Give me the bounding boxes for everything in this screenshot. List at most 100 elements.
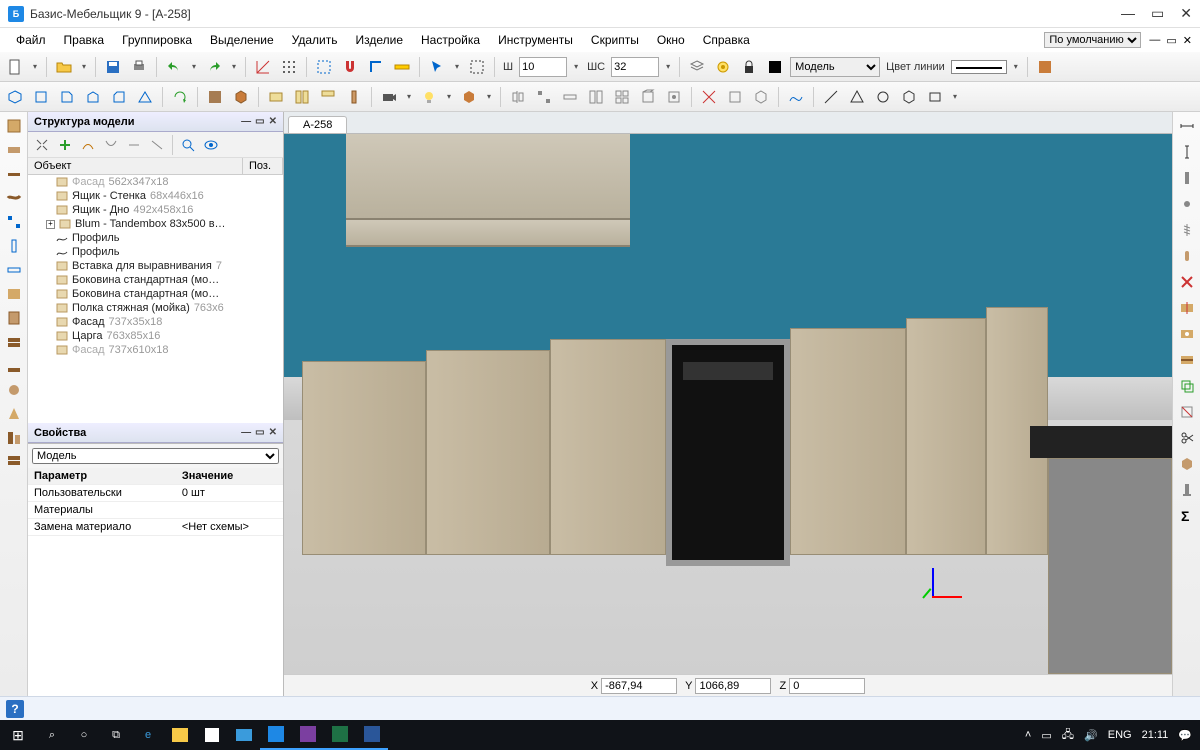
curve-button[interactable]	[785, 86, 807, 108]
tree-link2-icon[interactable]	[101, 135, 121, 155]
tree-tools-icon[interactable]	[32, 135, 52, 155]
extrude-button[interactable]	[637, 86, 659, 108]
hexagon-button[interactable]	[898, 86, 920, 108]
tree-row[interactable]: Вставка для выравнивания 7	[28, 259, 283, 273]
material-box-button[interactable]	[230, 86, 252, 108]
marquee-button[interactable]	[466, 56, 488, 78]
tree-row[interactable]: Боковина стандартная (мо…	[28, 287, 283, 301]
visibility-button[interactable]	[712, 56, 734, 78]
taskbar-app2[interactable]	[292, 720, 324, 750]
new-dropdown[interactable]: ▾	[30, 62, 40, 71]
undo-button[interactable]	[163, 56, 185, 78]
tray-volume-icon[interactable]: 🔊	[1084, 729, 1098, 742]
fastener-list-icon[interactable]	[1177, 480, 1197, 500]
menu-tools[interactable]: Инструменты	[490, 31, 581, 49]
rect-button[interactable]	[924, 86, 946, 108]
start-button[interactable]: ⊞	[0, 720, 36, 750]
fastener1-icon[interactable]	[1177, 168, 1197, 188]
box-op-icon[interactable]	[1177, 454, 1197, 474]
material-wood-button[interactable]	[204, 86, 226, 108]
part-3-button[interactable]	[317, 86, 339, 108]
tree-row[interactable]: Боковина стандартная (мо…	[28, 273, 283, 287]
pointer-button[interactable]	[426, 56, 448, 78]
menu-product[interactable]: Изделие	[347, 31, 411, 49]
board-icon[interactable]	[4, 140, 24, 160]
coord-y[interactable]	[695, 678, 771, 694]
axis-toggle-button[interactable]	[252, 56, 274, 78]
minimize-button[interactable]: —	[1121, 5, 1135, 22]
camera-button[interactable]	[378, 86, 400, 108]
tree-row[interactable]: Фасад 737x610x18	[28, 343, 283, 357]
lock-button[interactable]	[738, 56, 760, 78]
copy-op-icon[interactable]	[1177, 376, 1197, 396]
assembly-icon[interactable]	[4, 428, 24, 448]
screw-icon[interactable]	[1177, 220, 1197, 240]
shelf-icon[interactable]	[4, 284, 24, 304]
menu-edit[interactable]: Правка	[56, 31, 113, 49]
dim-h-icon[interactable]	[1177, 116, 1197, 136]
magnet-button[interactable]	[339, 56, 361, 78]
mode-select[interactable]: По умолчанию	[1044, 32, 1141, 48]
tree-row[interactable]: Ящик - Дно 492x458x16	[28, 203, 283, 217]
viewport-3d[interactable]	[284, 134, 1172, 674]
tree-row[interactable]: Ящик - Стенка 68x446x16	[28, 189, 283, 203]
tree-row[interactable]: Профиль	[28, 231, 283, 245]
menu-settings[interactable]: Настройка	[413, 31, 488, 49]
save-button[interactable]	[102, 56, 124, 78]
document-tab[interactable]: A-258	[288, 116, 347, 133]
panel-pin[interactable]: ▭	[255, 116, 264, 127]
tree-row[interactable]: +Blum - Tandembox 83x500 в…	[28, 217, 283, 231]
help-button[interactable]: ?	[6, 700, 24, 718]
width-input[interactable]	[519, 57, 567, 77]
view-right-button[interactable]	[108, 86, 130, 108]
measure-button[interactable]	[391, 56, 413, 78]
join-button[interactable]	[585, 86, 607, 108]
taskbar-cortana[interactable]: ○	[68, 720, 100, 750]
array-button[interactable]	[533, 86, 555, 108]
delete-fastener-icon[interactable]	[1177, 272, 1197, 292]
edge-icon[interactable]	[4, 164, 24, 184]
scissors-icon[interactable]	[1177, 428, 1197, 448]
dowel-icon[interactable]	[1177, 246, 1197, 266]
plinth-icon[interactable]	[4, 356, 24, 376]
layers2-icon[interactable]	[4, 452, 24, 472]
tree-link1-icon[interactable]	[78, 135, 98, 155]
tree-eye-icon[interactable]	[201, 135, 221, 155]
tree-link4-icon[interactable]	[147, 135, 167, 155]
ws-input[interactable]	[611, 57, 659, 77]
align-button[interactable]	[559, 86, 581, 108]
material-button[interactable]	[1034, 56, 1056, 78]
menu-scripts[interactable]: Скрипты	[583, 31, 647, 49]
view-iso-button[interactable]	[4, 86, 26, 108]
menu-delete[interactable]: Удалить	[284, 31, 346, 49]
menu-window[interactable]: Окно	[649, 31, 693, 49]
tree-add-icon[interactable]	[55, 135, 75, 155]
fastener2-icon[interactable]	[1177, 194, 1197, 214]
menu-select[interactable]: Выделение	[202, 31, 282, 49]
rotate-view-button[interactable]	[169, 86, 191, 108]
light-button[interactable]	[418, 86, 440, 108]
taskbar-explorer[interactable]	[164, 720, 196, 750]
part-1-button[interactable]	[265, 86, 287, 108]
coord-z[interactable]	[789, 678, 865, 694]
tray-time[interactable]: 21:11	[1142, 729, 1169, 741]
render-button[interactable]	[458, 86, 480, 108]
open-dropdown[interactable]: ▾	[79, 62, 89, 71]
cross-button[interactable]	[698, 86, 720, 108]
view-top-button[interactable]	[82, 86, 104, 108]
door-icon[interactable]	[4, 308, 24, 328]
tree-row[interactable]: Фасад 562x347x18	[28, 175, 283, 189]
hole-panel-icon[interactable]	[1177, 324, 1197, 344]
vertical-icon[interactable]	[4, 236, 24, 256]
ortho-button[interactable]	[365, 56, 387, 78]
taskbar-app1[interactable]	[260, 720, 292, 750]
grid-button[interactable]	[278, 56, 300, 78]
view-left-button[interactable]	[56, 86, 78, 108]
tray-network-icon[interactable]: 🖧	[1062, 726, 1074, 745]
taskbar-search[interactable]: ⌕	[36, 720, 68, 750]
tree-row[interactable]: Царга 763x85x16	[28, 329, 283, 343]
menu-group[interactable]: Группировка	[114, 31, 200, 49]
mdi-restore[interactable]: ▭	[1166, 34, 1176, 47]
triangle-button[interactable]	[846, 86, 868, 108]
structure-tree[interactable]: Фасад 562x347x18Ящик - Стенка 68x446x16Я…	[28, 175, 283, 423]
